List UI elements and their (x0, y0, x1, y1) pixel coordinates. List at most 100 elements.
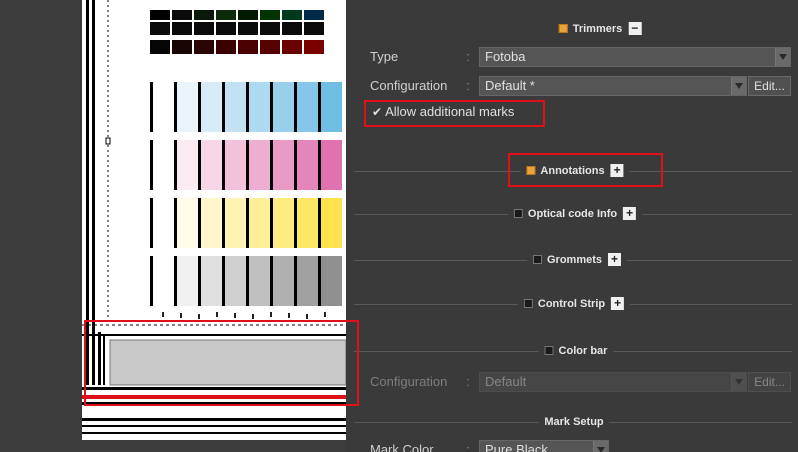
mark-color-colon: : (466, 442, 470, 452)
preview-swatch (260, 10, 280, 20)
color-bar-configuration-colon: : (466, 374, 470, 389)
preview-swatch (304, 22, 324, 35)
preview-swatch (238, 22, 258, 35)
preview-tick (270, 312, 272, 317)
color-bar-configuration-edit-button[interactable]: Edit... (748, 372, 791, 392)
preview-swatch (216, 22, 236, 35)
color-bar-configuration-dropdown-icon[interactable] (731, 373, 746, 391)
mark-color-label: Mark Color (370, 442, 434, 452)
preview-bar (222, 198, 225, 248)
preview-tint-patch (246, 140, 270, 190)
preview-bar (198, 198, 201, 248)
configuration-select[interactable]: Default * (479, 76, 747, 96)
configuration-edit-button[interactable]: Edit... (748, 76, 791, 96)
preview-tint-patch (198, 198, 222, 248)
preview-tint-patch (150, 198, 174, 248)
preview-tint-patch (246, 256, 270, 306)
preview-tint-patch (318, 256, 342, 306)
control-strip-label: Control Strip (537, 298, 606, 310)
preview-tick (234, 313, 236, 318)
preview-bar (246, 82, 249, 132)
type-select[interactable]: Fotoba (479, 47, 791, 67)
preview-swatch (172, 22, 192, 35)
preview-bar (222, 140, 225, 190)
preview-swatch (304, 40, 324, 54)
preview-bar (294, 140, 297, 190)
preview-tick (324, 312, 326, 317)
grommets-expand-icon[interactable]: + (608, 253, 622, 266)
mark-color-select[interactable]: Pure Black (479, 440, 609, 452)
preview-bar (174, 256, 177, 306)
mark-setup-label: Mark Setup (538, 414, 610, 430)
left-margin (0, 0, 82, 452)
preview-swatch (260, 40, 280, 54)
preview-swatch (238, 40, 258, 54)
preview-tint-patch (318, 82, 342, 132)
control-strip-checkbox[interactable] (523, 299, 533, 308)
preview-tint-patch (150, 82, 174, 132)
preview-swatch (172, 40, 192, 54)
control-strip-expand-icon[interactable]: + (611, 297, 625, 310)
preview-tick (198, 314, 200, 319)
preview-swatch (216, 10, 236, 20)
preview-bar (318, 198, 321, 248)
preview-bar (294, 82, 297, 132)
preview-bar (294, 256, 297, 306)
color-bar-section-header: Color bar (354, 343, 792, 359)
preview-tint-patch (246, 82, 270, 132)
preview-tint-patch (222, 140, 246, 190)
preview-swatch (282, 40, 302, 54)
preview-bar (174, 82, 177, 132)
color-bar-checkbox[interactable] (544, 346, 554, 355)
type-dropdown-icon[interactable] (775, 48, 790, 66)
preview-swatch (150, 10, 170, 20)
preview-swatch (282, 10, 302, 20)
preview-bar (246, 256, 249, 306)
preview-bar (318, 82, 321, 132)
mark-color-dropdown-icon[interactable] (593, 441, 608, 452)
color-bar-configuration-select[interactable]: Default (479, 372, 747, 392)
preview-tint-patch (270, 198, 294, 248)
trimmers-checkbox[interactable] (558, 24, 568, 33)
preview-bar (150, 198, 153, 248)
marks-settings-panel: Trimmers − Type : Fotoba Configuration : … (346, 0, 798, 452)
preview-tick (162, 312, 164, 317)
preview-bar (150, 82, 153, 132)
preview-swatch (194, 10, 214, 20)
preview-bar (222, 82, 225, 132)
preview-bar (246, 140, 249, 190)
preview-swatch (172, 10, 192, 20)
preview-bar (318, 140, 321, 190)
preview-tint-patch (318, 198, 342, 248)
configuration-dropdown-icon[interactable] (731, 77, 746, 95)
preview-tint-patch (150, 256, 174, 306)
optical-code-label: Optical code Info (527, 208, 618, 220)
configuration-label: Configuration (370, 78, 448, 93)
optical-code-checkbox[interactable] (513, 209, 523, 218)
preview-tint-patch (246, 198, 270, 248)
mark-setup-section-header: Mark Setup (354, 414, 792, 430)
mark-color-value: Pure Black (485, 442, 548, 452)
preview-swatch (216, 40, 236, 54)
collapse-icon[interactable]: − (628, 22, 642, 35)
preview-swatch (194, 40, 214, 54)
grommets-checkbox[interactable] (532, 255, 542, 264)
preview-bar (150, 140, 153, 190)
preview-swatch (260, 22, 280, 35)
grommets-section-header: Grommets + (354, 252, 792, 268)
preview-bar (198, 256, 201, 306)
preview-swatch (304, 10, 324, 20)
preview-tint-patch (294, 140, 318, 190)
preview-bar (294, 198, 297, 248)
preview-tint-patch (174, 140, 198, 190)
preview-bar (174, 198, 177, 248)
preview-tint-patch (198, 140, 222, 190)
optical-code-expand-icon[interactable]: + (623, 207, 637, 220)
preview-bar (270, 82, 273, 132)
preview-tint-patch (222, 256, 246, 306)
preview-tint-patch (150, 140, 174, 190)
preview-tick (216, 312, 218, 317)
preview-bar (150, 256, 153, 306)
preview-tint-patch (294, 82, 318, 132)
preview-tint-patch (318, 140, 342, 190)
